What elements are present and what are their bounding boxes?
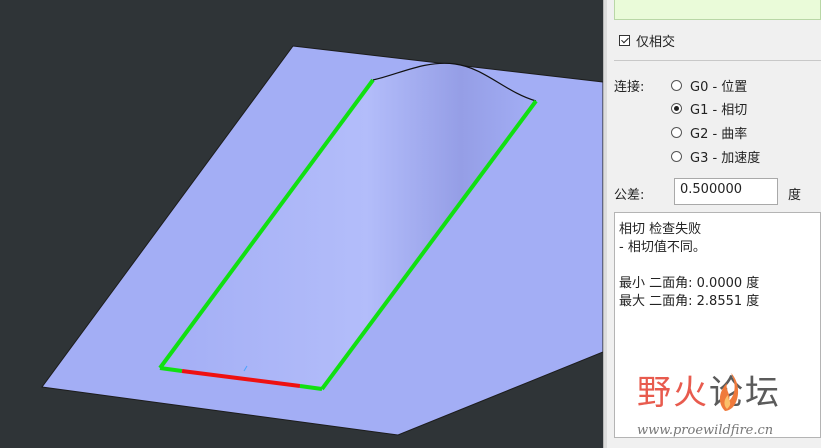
radio-empty-icon[interactable] xyxy=(671,80,682,91)
watermark-url: www.proewildfire.cn xyxy=(637,423,774,438)
radio-g1[interactable]: G1 - 相切 xyxy=(671,99,747,118)
flame-icon xyxy=(719,373,739,411)
radio-selected-icon[interactable] xyxy=(671,103,682,114)
message-line: 相切 检查失败 xyxy=(619,222,702,237)
watermark-title: 野火论坛 xyxy=(637,373,781,413)
radio-g3[interactable]: G3 - 加速度 xyxy=(671,147,760,166)
continuity-panel: 仅相交 连接: G0 - 位置 G1 - 相切 G2 - 曲率 G3 - 加速度… xyxy=(607,0,821,448)
forum-watermark: 野火论坛 www.proewildfire.cn xyxy=(637,365,817,445)
intersect-only-checkbox[interactable]: 仅相交 xyxy=(619,31,675,50)
radio-empty-icon[interactable] xyxy=(671,151,682,162)
divider xyxy=(614,60,821,61)
reference-collector[interactable] xyxy=(614,0,821,20)
radio-g0-label: G0 - 位置 xyxy=(690,80,748,95)
tolerance-input[interactable]: 0.500000 xyxy=(674,178,778,205)
message-line: 最大 二面角: 2.8551 度 xyxy=(619,294,760,309)
radio-g0[interactable]: G0 - 位置 xyxy=(671,76,747,95)
3d-viewport[interactable] xyxy=(0,0,603,448)
radio-g2[interactable]: G2 - 曲率 xyxy=(671,123,747,142)
radio-g1-label: G1 - 相切 xyxy=(690,103,748,118)
message-line: - 相切值不同。 xyxy=(619,240,706,255)
tolerance-unit: 度 xyxy=(788,188,802,203)
radio-empty-icon[interactable] xyxy=(671,127,682,138)
checkbox-checked-icon[interactable] xyxy=(619,35,630,46)
radio-g3-label: G3 - 加速度 xyxy=(690,151,761,166)
message-line: 最小 二面角: 0.0000 度 xyxy=(619,276,760,291)
continuity-label: 连接: xyxy=(614,80,645,95)
tolerance-label: 公差: xyxy=(614,188,645,203)
radio-g2-label: G2 - 曲率 xyxy=(690,127,748,142)
surface-model[interactable] xyxy=(0,0,603,448)
intersect-only-label: 仅相交 xyxy=(636,35,676,50)
message-line xyxy=(619,257,816,275)
